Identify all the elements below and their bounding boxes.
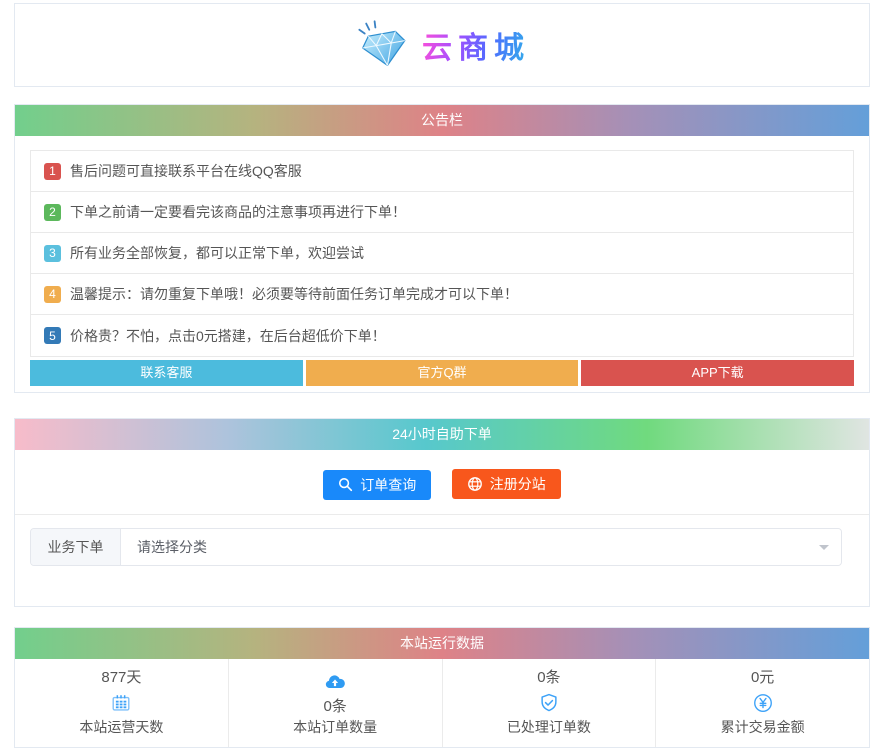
official-qq-group-button[interactable]: 官方Q群 (305, 360, 579, 386)
app-download-button[interactable]: APP下载 (581, 360, 855, 386)
notice-text: 售后问题可直接联系平台在线QQ客服 (70, 163, 302, 179)
stat-value: 0条 (537, 668, 561, 686)
yen-circle-icon (656, 691, 869, 715)
category-select[interactable]: 请选择分类 (121, 528, 841, 565)
stats-row: 877天 本站运营天数 0条 本站订单数量 0条 已处理订单数 0元 累计交易金… (15, 658, 869, 747)
notice-number-badge: 1 (44, 162, 61, 180)
notice-item: 4 温馨提示：请勿重复下单哦！必须要等待前面任务订单完成才可以下单！ (31, 274, 853, 315)
notice-text: 下单之前请一定要看完该商品的注意事项再进行下单！ (70, 204, 406, 220)
stat-label: 本站订单数量 (293, 718, 378, 735)
notice-text: 价格贵？不怕，点击0元搭建，在后台超低价下单！ (70, 327, 386, 344)
notice-item: 3 所有业务全部恢复，都可以正常下单，欢迎尝试 (31, 233, 853, 274)
stat-label: 已处理订单数 (506, 718, 591, 735)
site-logo[interactable]: 云商城 (354, 17, 530, 73)
notice-text: 温馨提示：请勿重复下单哦！必须要等待前面任务订单完成才可以下单！ (70, 286, 518, 302)
order-query-button[interactable]: 订单查询 (323, 469, 432, 500)
notice-item: 1 售后问题可直接联系平台在线QQ客服 (31, 151, 853, 192)
register-substation-button[interactable]: 注册分站 (451, 469, 561, 499)
site-header-card: 云商城 (14, 3, 870, 87)
register-substation-label: 注册分站 (489, 476, 546, 492)
business-order-label: 业务下单 (31, 528, 121, 565)
globe-icon (467, 477, 482, 491)
search-icon (339, 477, 353, 492)
order-action-area: 订单查询 注册分站 (15, 450, 869, 515)
stat-running-days: 877天 本站运营天数 (15, 658, 229, 747)
category-select-placeholder: 请选择分类 (137, 538, 207, 555)
self-order-card: 24小时自助下单 订单查询 注册分站 业务下单 请选择分类 (14, 418, 870, 607)
category-form-row: 业务下单 请选择分类 (30, 527, 842, 566)
stat-label: 累计交易金额 (720, 718, 805, 735)
diamond-logo-icon (358, 20, 406, 66)
contact-support-button[interactable]: 联系客服 (30, 360, 303, 386)
stat-value: 0条 (323, 697, 347, 715)
chevron-down-icon (819, 544, 829, 555)
self-order-header: 24小时自助下单 (15, 419, 869, 450)
stat-processed-orders: 0条 已处理订单数 (443, 658, 657, 747)
order-query-label: 订单查询 (360, 476, 417, 493)
notice-number-badge: 3 (44, 244, 61, 262)
stat-value: 0元 (750, 668, 775, 686)
cloud-upload-icon (229, 671, 442, 695)
notice-header: 公告栏 (15, 105, 869, 136)
stat-total-amount: 0元 累计交易金额 (656, 659, 869, 747)
notice-buttons-row: 联系客服 官方Q群 APP下载 (30, 360, 855, 386)
order-form-area: 业务下单 请选择分类 (15, 515, 869, 606)
notice-number-badge: 2 (44, 203, 61, 221)
notice-card: 公告栏 1 售后问题可直接联系平台在线QQ客服 2 下单之前请一定要看完该商品的… (14, 104, 870, 393)
notice-item: 5 价格贵？不怕，点击0元搭建，在后台超低价下单！ (31, 315, 853, 356)
notice-item: 2 下单之前请一定要看完该商品的注意事项再进行下单！ (31, 192, 853, 233)
site-stats-header: 本站运行数据 (15, 627, 869, 659)
notice-list: 1 售后问题可直接联系平台在线QQ客服 2 下单之前请一定要看完该商品的注意事项… (30, 150, 854, 357)
shield-check-icon (443, 691, 656, 715)
stat-value: 877天 (101, 668, 142, 686)
site-stats-card: 本站运行数据 877天 本站运营天数 0条 本站订单数量 0条 已处理订单数 0… (14, 626, 870, 748)
notice-text: 所有业务全部恢复，都可以正常下单，欢迎尝试 (70, 245, 364, 261)
site-title: 云商城 (422, 23, 530, 67)
notice-number-badge: 4 (44, 285, 61, 303)
notice-number-badge: 5 (44, 327, 61, 344)
stat-label: 本站运营天数 (79, 718, 164, 735)
page: 云商城 公告栏 1 售后问题可直接联系平台在线QQ客服 2 下单之前请一定要看完… (0, 0, 884, 756)
calendar-icon (15, 691, 228, 715)
stat-order-count: 0条 本站订单数量 (229, 658, 443, 747)
